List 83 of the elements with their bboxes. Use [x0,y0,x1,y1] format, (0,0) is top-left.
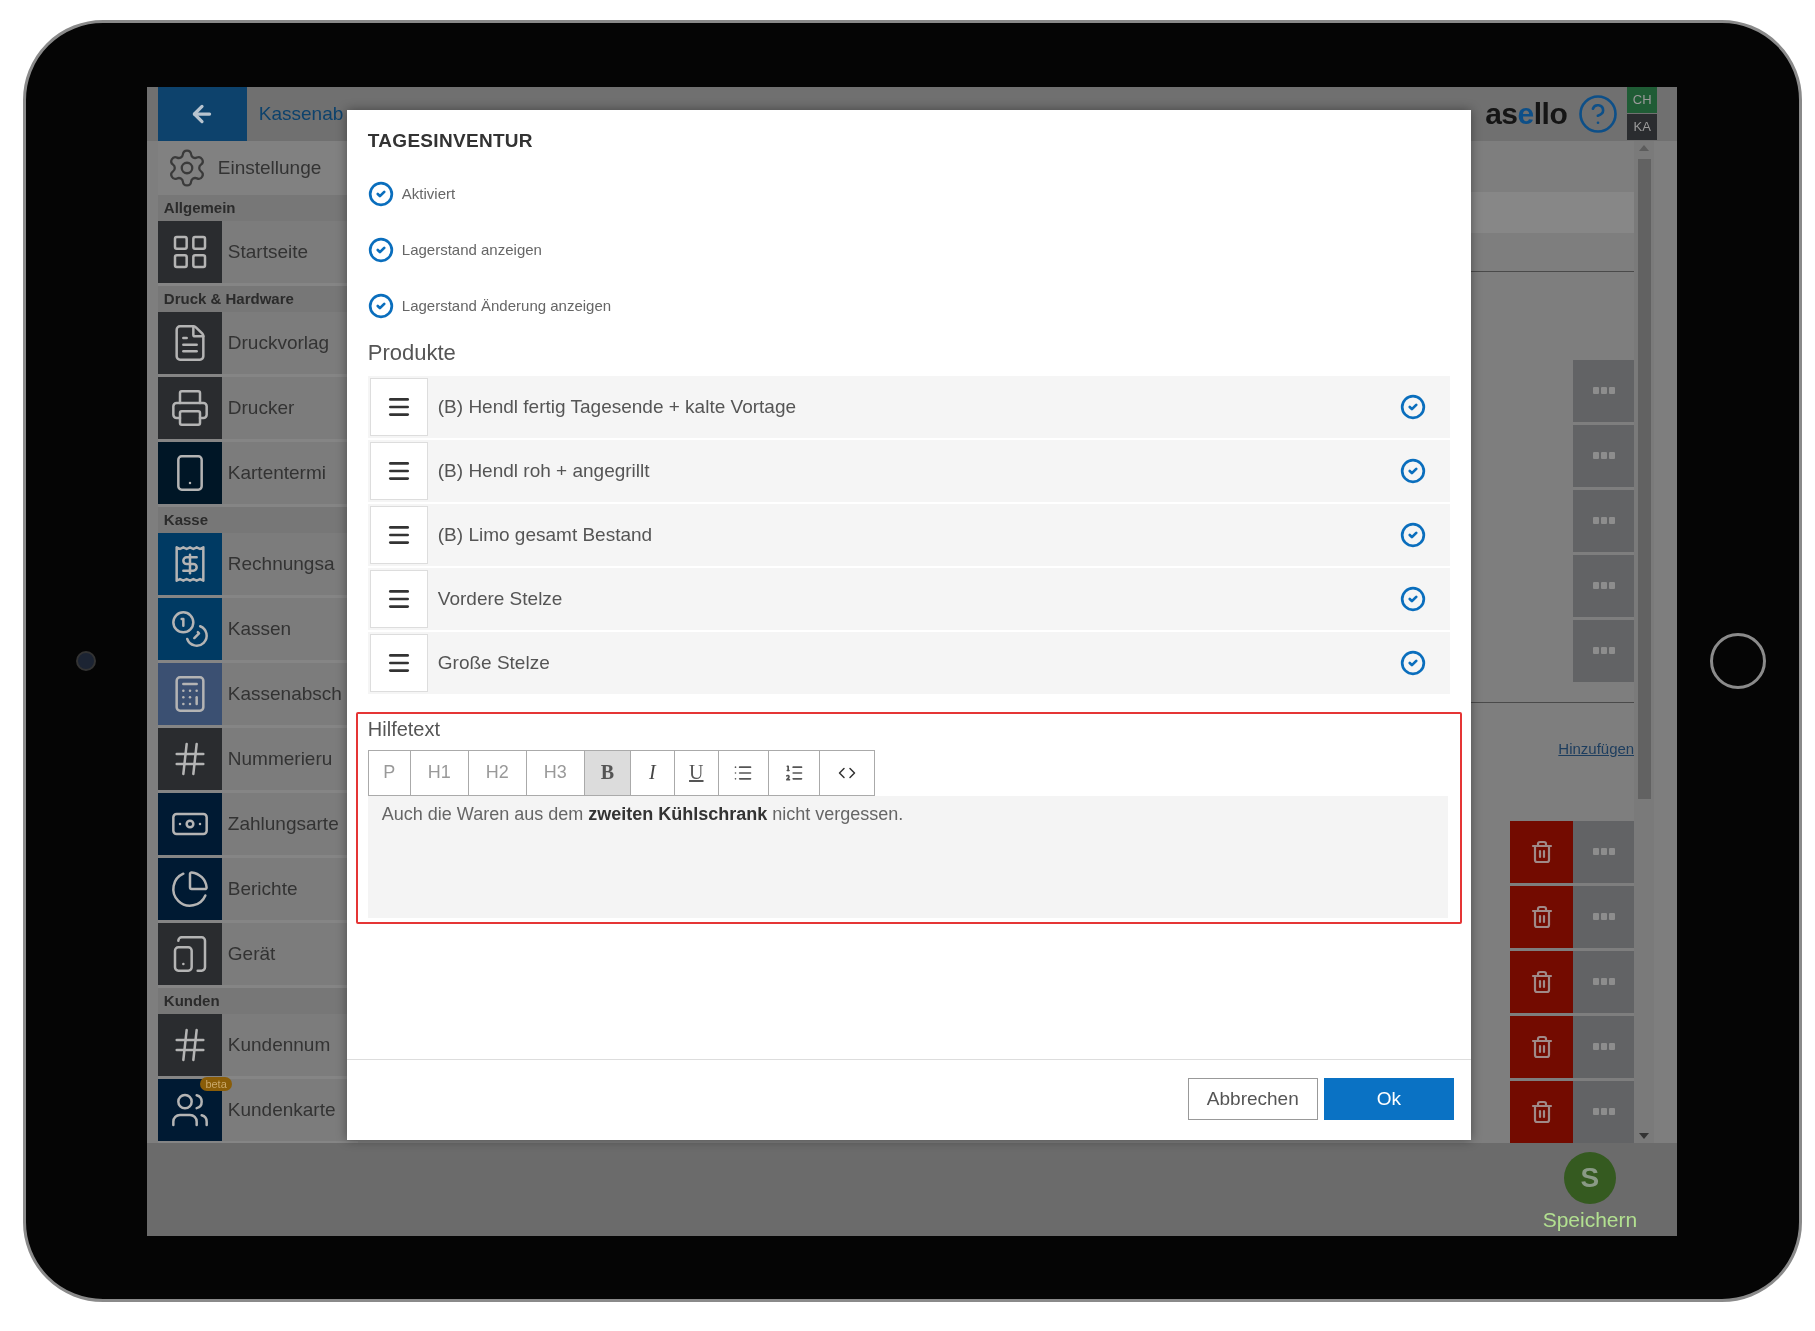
checked-icon[interactable] [1399,585,1426,612]
sidebar-label: Kassen [227,617,292,640]
trash-icon [1529,969,1554,994]
trash-icon [1529,839,1554,864]
delete-button[interactable] [1510,820,1574,883]
user-badge[interactable]: CH [1627,86,1658,113]
more-icon [1592,1043,1615,1050]
delete-button[interactable] [1510,1080,1574,1143]
trash-icon [1529,1099,1554,1124]
checked-icon[interactable] [367,180,394,207]
option-label: Lagerstand anzeigen [401,241,542,258]
sidebar-label: Rechnungsa [227,552,335,575]
drag-handle[interactable] [369,505,428,564]
delete-button[interactable] [1510,885,1574,948]
sidebar-label: Kartentermi [227,461,326,484]
logo: asello [1485,96,1568,131]
product-name: (B) Limo gesamt Bestand [437,523,654,546]
add-link[interactable]: Hinzufügen [1558,739,1635,758]
checked-icon[interactable] [367,236,394,263]
sidebar-label: Drucker [227,396,295,419]
checked-icon[interactable] [1399,393,1426,420]
checked-icon[interactable] [1399,521,1426,548]
bold-button[interactable]: B [584,750,631,795]
drag-handle[interactable] [369,377,428,436]
product-name: Große Stelze [437,651,551,674]
more-icon [1592,387,1615,395]
delete-button[interactable] [1510,950,1574,1013]
sidebar-label: Zahlungsarte [227,812,339,835]
product-row[interactable]: (B) Limo gesamt Bestand [367,503,1450,566]
sidebar-header: Einstellunge [217,156,322,179]
checked-icon[interactable] [1399,457,1426,484]
sidebar-label: Kundennum [227,1033,331,1056]
sidebar-item[interactable]: beta Kundenkarte [157,1078,358,1141]
back-button[interactable] [157,86,247,141]
field-label: Hilfetext [367,717,442,741]
sidebar-label: Nummerieru [227,747,333,770]
product-row[interactable]: Große Stelze [367,631,1450,694]
product-row[interactable]: (B) Hendl fertig Tagesende + kalte Vortage [367,375,1450,438]
camera-dot [76,651,97,671]
option-label: Aktiviert [401,185,456,202]
user-badge[interactable]: KA [1627,113,1658,140]
text-editor[interactable]: Auch die Waren aus dem zweiten Kühlschrank nicht vergessen. [367,795,1448,918]
sidebar-label: Kassenabsch [227,682,342,705]
more-icon [1592,978,1615,985]
more-icon [1592,582,1615,590]
drag-handle[interactable] [369,569,428,628]
scrollbar[interactable] [1634,140,1655,1143]
trash-icon [1529,904,1554,929]
more-icon [1592,517,1615,525]
product-name: (B) Hendl fertig Tagesende + kalte Vortage [437,395,798,418]
more-icon [1592,848,1615,855]
printer-icon [169,387,210,428]
more-icon [1592,1108,1615,1115]
pie-chart-icon [169,868,210,909]
home-button[interactable] [1710,633,1767,689]
cancel-button[interactable]: Abbrechen [1187,1077,1318,1120]
product-name: Vordere Stelze [437,587,564,610]
trash-icon [1529,1034,1554,1059]
coins-icon [169,608,210,649]
section-heading: Produkte [367,339,457,366]
checked-icon[interactable] [367,292,394,319]
sidebar-label: Gerät [227,942,276,965]
sidebar-label: Druckvorlag [227,331,330,354]
product-name: (B) Hendl roh + angegrillt [437,459,651,482]
more-icon [1592,647,1615,655]
product-row[interactable]: Vordere Stelze [367,567,1450,630]
sidebar-label: Startseite [227,240,309,263]
ok-button[interactable]: Ok [1323,1077,1454,1120]
page-title: Kassenab [258,102,344,125]
more-icon [1592,452,1615,460]
option-label: Lagerstand Änderung anzeigen [401,297,612,314]
beta-badge: beta [200,1076,232,1091]
dialog-title: TAGESINVENTUR [367,129,534,152]
sidebar-label: Kundenkarte [227,1098,336,1121]
editor-text: Auch die Waren aus dem zweiten Kühlschrank nicht vergessen. [381,803,904,824]
save-button[interactable]: S Speichern [1542,1151,1638,1232]
product-row[interactable]: (B) Hendl roh + angegrillt [367,439,1450,502]
drag-handle[interactable] [369,633,428,692]
delete-button[interactable] [1510,1015,1574,1078]
sidebar-label: Berichte [227,877,298,900]
more-icon [1592,913,1615,920]
drag-handle[interactable] [369,441,428,500]
checked-icon[interactable] [1399,649,1426,676]
